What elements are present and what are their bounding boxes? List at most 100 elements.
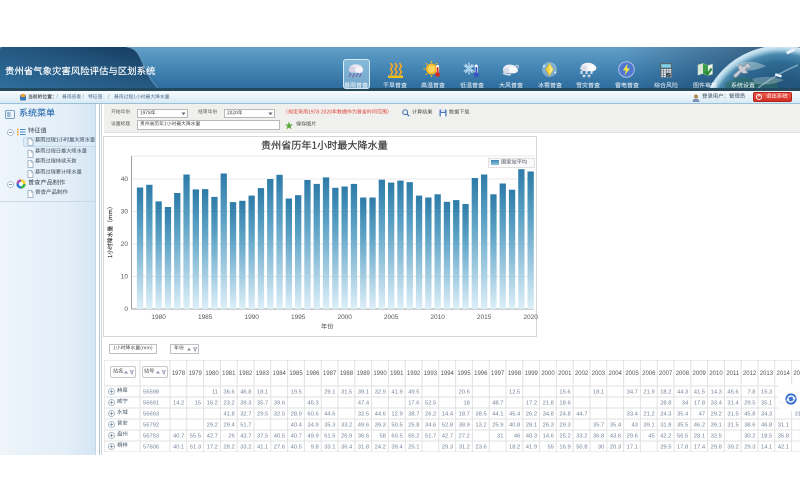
svg-text:1978: 1978	[172, 371, 186, 377]
svg-text:33.2: 33.2	[240, 445, 251, 451]
svg-text:2009: 2009	[693, 371, 707, 377]
svg-text:40.5: 40.5	[274, 434, 285, 440]
svg-text:57606: 57606	[143, 445, 159, 451]
svg-text:14.1: 14.1	[761, 445, 772, 451]
svg-text:2012: 2012	[743, 371, 757, 377]
svg-text:28.8: 28.8	[660, 401, 671, 407]
svg-text:1983: 1983	[256, 371, 270, 377]
svg-text:30: 30	[598, 445, 604, 451]
svg-text:38.5: 38.5	[475, 412, 486, 418]
svg-text:25.2: 25.2	[559, 434, 570, 440]
svg-text:34.8: 34.8	[543, 412, 554, 418]
svg-text:31.5: 31.5	[341, 390, 352, 396]
svg-text:55.5: 55.5	[190, 434, 201, 440]
svg-text:27.6: 27.6	[274, 445, 285, 451]
svg-text:40.3: 40.3	[526, 434, 537, 440]
svg-text:18.7: 18.7	[459, 412, 470, 418]
svg-text:2013: 2013	[760, 371, 774, 377]
svg-text:2020: 2020	[523, 314, 538, 321]
svg-text:28.1: 28.1	[526, 423, 537, 429]
svg-text:18: 18	[463, 401, 469, 407]
svg-text:40.8: 40.8	[509, 423, 520, 429]
svg-text:36.8: 36.8	[593, 434, 604, 440]
svg-text:1982: 1982	[239, 371, 253, 377]
svg-text:13.2: 13.2	[475, 423, 486, 429]
svg-text:24.8: 24.8	[559, 412, 570, 418]
svg-text:24.3: 24.3	[660, 412, 671, 418]
svg-text:39.1: 39.1	[358, 390, 369, 396]
svg-text:31.1: 31.1	[778, 423, 789, 429]
svg-text:1998: 1998	[508, 371, 522, 377]
svg-text:26.2: 26.2	[526, 412, 537, 418]
svg-text:20.6: 20.6	[459, 390, 470, 396]
svg-text:15.3: 15.3	[761, 390, 772, 396]
svg-text:49.5: 49.5	[408, 390, 419, 396]
svg-text:34.6: 34.6	[425, 423, 436, 429]
svg-text:28.1: 28.1	[694, 434, 705, 440]
svg-text:41.1: 41.1	[257, 445, 268, 451]
svg-text:17.8: 17.8	[694, 401, 705, 407]
svg-text:65.2: 65.2	[408, 434, 419, 440]
svg-text:29.4: 29.4	[223, 423, 235, 429]
svg-text:17.1: 17.1	[627, 445, 638, 451]
svg-text:31: 31	[497, 434, 503, 440]
svg-text:33.4: 33.4	[627, 412, 639, 418]
svg-text:14.6: 14.6	[543, 434, 554, 440]
svg-text:29.2: 29.2	[207, 423, 218, 429]
svg-text:1997: 1997	[491, 371, 505, 377]
svg-text:20: 20	[121, 241, 129, 248]
svg-text:1999: 1999	[525, 371, 539, 377]
svg-text:35.3: 35.3	[324, 423, 335, 429]
svg-text:1981: 1981	[222, 371, 236, 377]
svg-text:42.7: 42.7	[207, 434, 218, 440]
svg-text:1985: 1985	[289, 371, 303, 377]
svg-text:14.3: 14.3	[711, 390, 722, 396]
svg-text:31.2: 31.2	[459, 445, 470, 451]
svg-text:2011: 2011	[726, 371, 740, 377]
svg-text:32.9: 32.9	[375, 390, 386, 396]
svg-text:2007: 2007	[659, 371, 673, 377]
svg-text:28.2: 28.2	[223, 445, 234, 451]
svg-text:45.8: 45.8	[744, 412, 755, 418]
svg-text:43: 43	[631, 423, 637, 429]
svg-text:29.2: 29.2	[711, 412, 722, 418]
svg-text:2000: 2000	[337, 314, 352, 321]
svg-text:34.3: 34.3	[761, 412, 772, 418]
svg-text:42.1: 42.1	[778, 445, 789, 451]
svg-text:43.6: 43.6	[610, 434, 621, 440]
svg-text:1980: 1980	[151, 314, 166, 321]
svg-text:26.9: 26.9	[341, 434, 352, 440]
svg-text:31.8: 31.8	[358, 445, 369, 451]
svg-text:18.1: 18.1	[257, 390, 268, 396]
svg-text:1988: 1988	[340, 371, 354, 377]
svg-text:56693: 56693	[143, 412, 159, 418]
svg-text:18.2: 18.2	[509, 445, 520, 451]
svg-text:29.5: 29.5	[257, 412, 268, 418]
svg-text:1994: 1994	[441, 371, 455, 377]
svg-text:15: 15	[195, 401, 201, 407]
svg-text:50.5: 50.5	[391, 423, 402, 429]
svg-text:43.7: 43.7	[240, 434, 251, 440]
svg-text:37.5: 37.5	[257, 434, 268, 440]
svg-text:31.4: 31.4	[727, 401, 739, 407]
svg-text:1995: 1995	[291, 314, 306, 321]
svg-text:17.6: 17.6	[408, 401, 419, 407]
svg-text:18.6: 18.6	[559, 401, 570, 407]
svg-text:12.9: 12.9	[391, 412, 402, 418]
svg-text:2000: 2000	[541, 371, 555, 377]
svg-text:1989: 1989	[357, 371, 371, 377]
svg-text:29.3: 29.3	[559, 423, 570, 429]
svg-text:36.6: 36.6	[223, 390, 234, 396]
svg-text:52.8: 52.8	[442, 423, 453, 429]
svg-text:38.6: 38.6	[744, 423, 755, 429]
svg-text:2010: 2010	[709, 371, 723, 377]
svg-text:17.2: 17.2	[207, 445, 218, 451]
svg-text:29.5: 29.5	[744, 401, 755, 407]
svg-text:47: 47	[699, 412, 705, 418]
svg-text:52.5: 52.5	[425, 401, 436, 407]
svg-text:32.5: 32.5	[358, 412, 369, 418]
svg-text:46.8: 46.8	[240, 390, 251, 396]
svg-text:33.2: 33.2	[576, 434, 587, 440]
svg-text:2005: 2005	[384, 314, 399, 321]
svg-text:2014: 2014	[777, 371, 791, 377]
